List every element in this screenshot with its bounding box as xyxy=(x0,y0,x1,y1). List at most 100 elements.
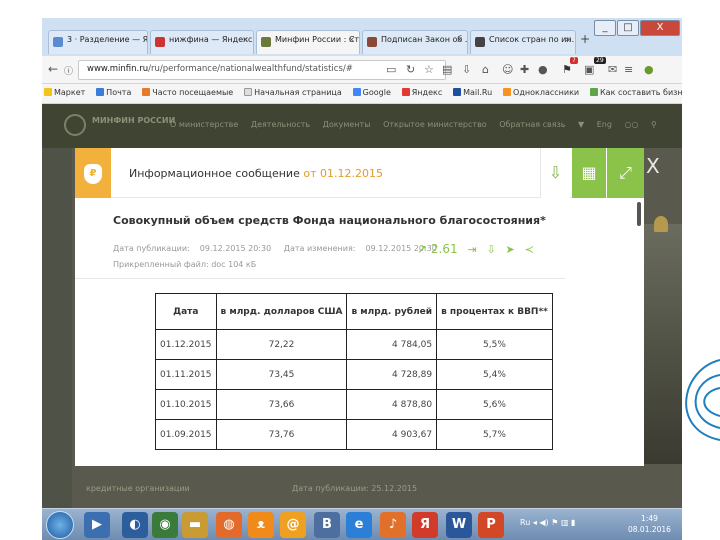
mail-icon[interactable]: ▣ xyxy=(584,63,594,76)
table-header-row: Дата в млрд. долларов США в млрд. рублей… xyxy=(155,293,553,330)
bookmark-label: Маркет xyxy=(54,88,86,97)
cell-rub: 4 728,89 xyxy=(346,359,438,390)
language-indicator[interactable]: Ru xyxy=(520,518,530,527)
site-nav-item[interactable]: Документы xyxy=(323,120,371,129)
menu-icon[interactable]: ≡ xyxy=(624,63,633,76)
expand-icon: ⤢ xyxy=(619,163,632,182)
scrollbar-track[interactable] xyxy=(632,198,644,466)
window-close-button[interactable]: X xyxy=(640,20,680,36)
abp-icon[interactable]: ● xyxy=(538,63,548,76)
smiley-icon[interactable]: ☺ xyxy=(502,63,513,76)
flag-icon[interactable]: ⚑ xyxy=(551,518,561,527)
bookmark-item[interactable]: Mail.Ru xyxy=(453,88,492,97)
clock[interactable]: 1:49 08.01.2016 xyxy=(628,513,671,535)
odnoklassniki-icon[interactable]: ᴥ xyxy=(248,512,274,538)
download-icon[interactable]: ⇩ xyxy=(486,243,495,256)
modal-header: ₽ Информационное сообщение от 01.12.2015… xyxy=(75,148,644,198)
site-nav-item[interactable]: Eng xyxy=(597,120,612,129)
bookmark-item[interactable]: Как составить бизне... xyxy=(589,88,682,97)
tab-4[interactable]: Подписан Закон об ... × xyxy=(362,30,468,54)
headset-icon[interactable]: ◐ xyxy=(122,512,148,538)
bookmark-label: Одноклассники xyxy=(513,88,580,97)
chrome-icon[interactable]: ◉ xyxy=(152,512,178,538)
firefox-icon[interactable]: ◍ xyxy=(216,512,242,538)
taskbar: ▶ ◐ ◉ ▬ ◍ ᴥ @ B e ♪ Я W P Ru ◂ ◀) ⚑ ▥ ▮ … xyxy=(42,508,682,540)
search-icon[interactable]: ⚲ xyxy=(651,120,657,129)
mailru-icon xyxy=(453,88,462,96)
ie-icon[interactable]: e xyxy=(346,512,372,538)
published-label: Дата публикации: xyxy=(113,244,190,253)
extension-icon[interactable]: ● xyxy=(644,63,654,76)
vk-icon[interactable]: B xyxy=(314,512,340,538)
export-icon[interactable]: ⇥ xyxy=(467,243,476,256)
rating: ↗ 2.61 ⇥ ⇩ ➤ ≺ xyxy=(417,242,534,256)
at-icon[interactable]: @ xyxy=(280,512,306,538)
tab-5[interactable]: Список стран по ин... × xyxy=(470,30,576,54)
page-icon xyxy=(244,88,253,96)
maximize-button[interactable]: □ xyxy=(617,20,639,36)
download-icon[interactable]: ⇩ xyxy=(462,63,471,76)
start-button[interactable] xyxy=(46,511,74,539)
network-icon[interactable]: ▥ xyxy=(561,518,569,527)
tab-1[interactable]: 3 · Разделение — Яну... xyxy=(48,30,148,54)
site-nav-item[interactable]: Деятельность xyxy=(251,120,310,129)
send-icon[interactable]: ➤ xyxy=(506,243,515,256)
reader-icon[interactable]: ▭ xyxy=(386,63,396,76)
bookmark-item[interactable]: Часто посещаемые xyxy=(142,88,233,97)
changed-label: Дата изменения: xyxy=(283,244,356,253)
bookmark-item[interactable]: Одноклассники xyxy=(503,88,579,97)
volume-icon[interactable]: ◀) xyxy=(539,518,548,527)
glasses-icon[interactable]: ○○ xyxy=(624,120,638,129)
site-nav-item[interactable]: ▼ xyxy=(578,120,584,129)
word-icon[interactable]: W xyxy=(446,512,472,538)
new-tab-button[interactable]: + xyxy=(580,32,590,46)
modal-close-button[interactable]: X xyxy=(646,154,660,178)
site-nav-item[interactable]: Открытое министерство xyxy=(383,120,487,129)
expand-button[interactable]: ⤢ xyxy=(607,148,644,198)
folder-icon[interactable]: ▬ xyxy=(182,512,208,538)
reload-icon[interactable]: ↻ xyxy=(406,63,415,76)
flag-icon[interactable]: ⚑ xyxy=(562,63,572,76)
tab-2[interactable]: нижфина — Яндекс ... × xyxy=(150,30,254,54)
bookmark-item[interactable]: Google xyxy=(352,88,391,97)
screen: 3 · Разделение — Яну... нижфина — Яндекс… xyxy=(42,18,682,540)
bookmark-item[interactable]: Яндекс xyxy=(401,88,442,97)
minimize-button[interactable]: _ xyxy=(594,20,616,36)
cell-usd: 73,66 xyxy=(215,389,348,420)
site-nav-item[interactable]: О министерстве xyxy=(170,120,238,129)
printer-icon: ▦ xyxy=(581,163,597,182)
bg-left-text: кредитные организации xyxy=(86,484,190,493)
close-icon[interactable]: × xyxy=(564,35,571,44)
bookmark-item[interactable]: Маркет xyxy=(44,88,85,97)
music-icon[interactable]: ♪ xyxy=(380,512,406,538)
powerpoint-icon[interactable]: P xyxy=(478,512,504,538)
ruble-bag-icon: ₽ xyxy=(84,164,102,184)
bookmark-item[interactable]: Почта xyxy=(96,88,131,97)
yandex-icon[interactable]: Я xyxy=(412,512,438,538)
page-icon xyxy=(589,88,598,96)
email-icon[interactable]: ✉ xyxy=(608,63,617,76)
close-icon[interactable]: × xyxy=(348,35,355,44)
tab-3[interactable]: Минфин России : Стати...× xyxy=(256,30,360,54)
info-icon[interactable]: ⓘ xyxy=(64,64,73,77)
cell-gdp: 5,6% xyxy=(436,389,553,420)
firefox-icon xyxy=(142,88,151,96)
battery-icon[interactable]: ▮ xyxy=(571,518,575,527)
print-button[interactable]: ▦ xyxy=(572,148,606,198)
close-icon[interactable]: × xyxy=(456,35,463,44)
close-icon[interactable]: × xyxy=(242,35,249,44)
bookmark-star-icon[interactable]: ☆ xyxy=(424,63,434,76)
trend-icon: ↗ xyxy=(417,242,428,256)
site-nav-item[interactable]: Обратная связь xyxy=(499,120,565,129)
back-icon[interactable]: ← xyxy=(48,62,58,76)
home-icon[interactable]: ⌂ xyxy=(482,63,489,76)
scrollbar-thumb[interactable] xyxy=(637,202,641,226)
download-button[interactable]: ⇩ xyxy=(540,148,570,198)
library-icon[interactable]: ▤ xyxy=(442,63,452,76)
share-icon[interactable]: ≺ xyxy=(525,243,534,256)
media-icon[interactable]: ▶ xyxy=(84,512,110,538)
pocket-icon[interactable]: ✚ xyxy=(520,63,529,76)
bookmark-item[interactable]: Начальная страница xyxy=(244,88,342,97)
attached-file[interactable]: Прикрепленный файл: doc 104 кБ xyxy=(113,260,256,269)
download-icon: ⇩ xyxy=(548,163,563,182)
